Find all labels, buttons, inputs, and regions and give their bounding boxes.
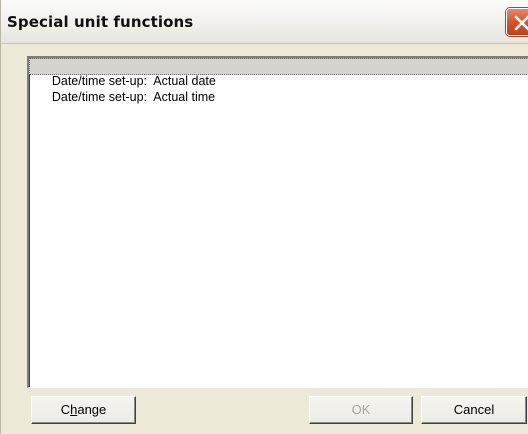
dialog-title: Special unit functions	[7, 13, 194, 31]
change-button[interactable]: Change	[31, 396, 136, 424]
list-item-label: Date/time set-up: Actual time	[51, 90, 216, 104]
close-button[interactable]	[506, 8, 528, 36]
close-icon	[514, 15, 528, 31]
title-bar[interactable]: Special unit functions	[1, 0, 528, 44]
change-label-start: C	[60, 402, 71, 417]
cancel-button[interactable]: Cancel	[421, 396, 527, 424]
dialog-window: Special unit functions Date/time set-up:…	[0, 0, 528, 434]
functions-listbox[interactable]: Date/time set-up: Actual date Date/time …	[27, 56, 528, 388]
ok-button[interactable]: OK	[309, 396, 413, 424]
list-item-label: Date/time set-up: Actual date	[51, 74, 216, 88]
list-item-actual-date[interactable]: Date/time set-up: Actual date	[29, 58, 528, 88]
change-label-rest: ange	[77, 402, 107, 417]
